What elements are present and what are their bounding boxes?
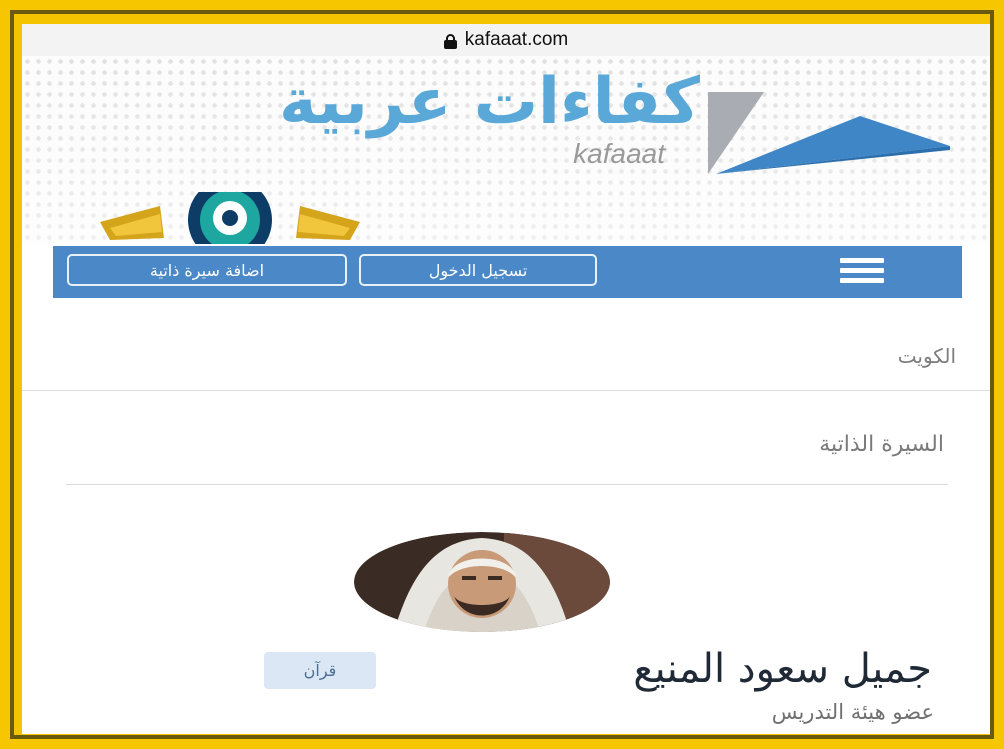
navigation-bar: اضافة سيرة ذاتية تسجيل الدخول [53, 246, 962, 298]
brand-name-english: kafaaat [573, 138, 665, 169]
country-label[interactable]: الكويت [898, 344, 956, 368]
login-button[interactable]: تسجيل الدخول [359, 254, 597, 286]
site-header: كفاءات عربية kafaaat [22, 56, 990, 244]
avatar [354, 532, 610, 632]
lock-icon [443, 34, 457, 49]
add-cv-button[interactable]: اضافة سيرة ذاتية [67, 254, 347, 286]
divider [66, 484, 948, 485]
brand-name-arabic[interactable]: كفاءات عربية [279, 70, 700, 134]
mobile-screen: kafaaat.com كفاءات عربية kafaaat اضافة س… [22, 24, 990, 734]
url-text: kafaaat.com [464, 29, 569, 50]
award-badge-icon [100, 192, 360, 244]
address-bar[interactable]: kafaaat.com [22, 24, 990, 56]
specialty-tag[interactable]: قرآن [264, 652, 376, 689]
job-title: عضو هيئة التدريس [771, 700, 934, 724]
profile-name: جميل سعود المنيع [633, 646, 932, 692]
hamburger-icon[interactable] [840, 258, 884, 284]
brand-logo-icon[interactable] [700, 86, 960, 176]
divider [22, 390, 990, 391]
section-title: السيرة الذاتية [819, 432, 944, 457]
